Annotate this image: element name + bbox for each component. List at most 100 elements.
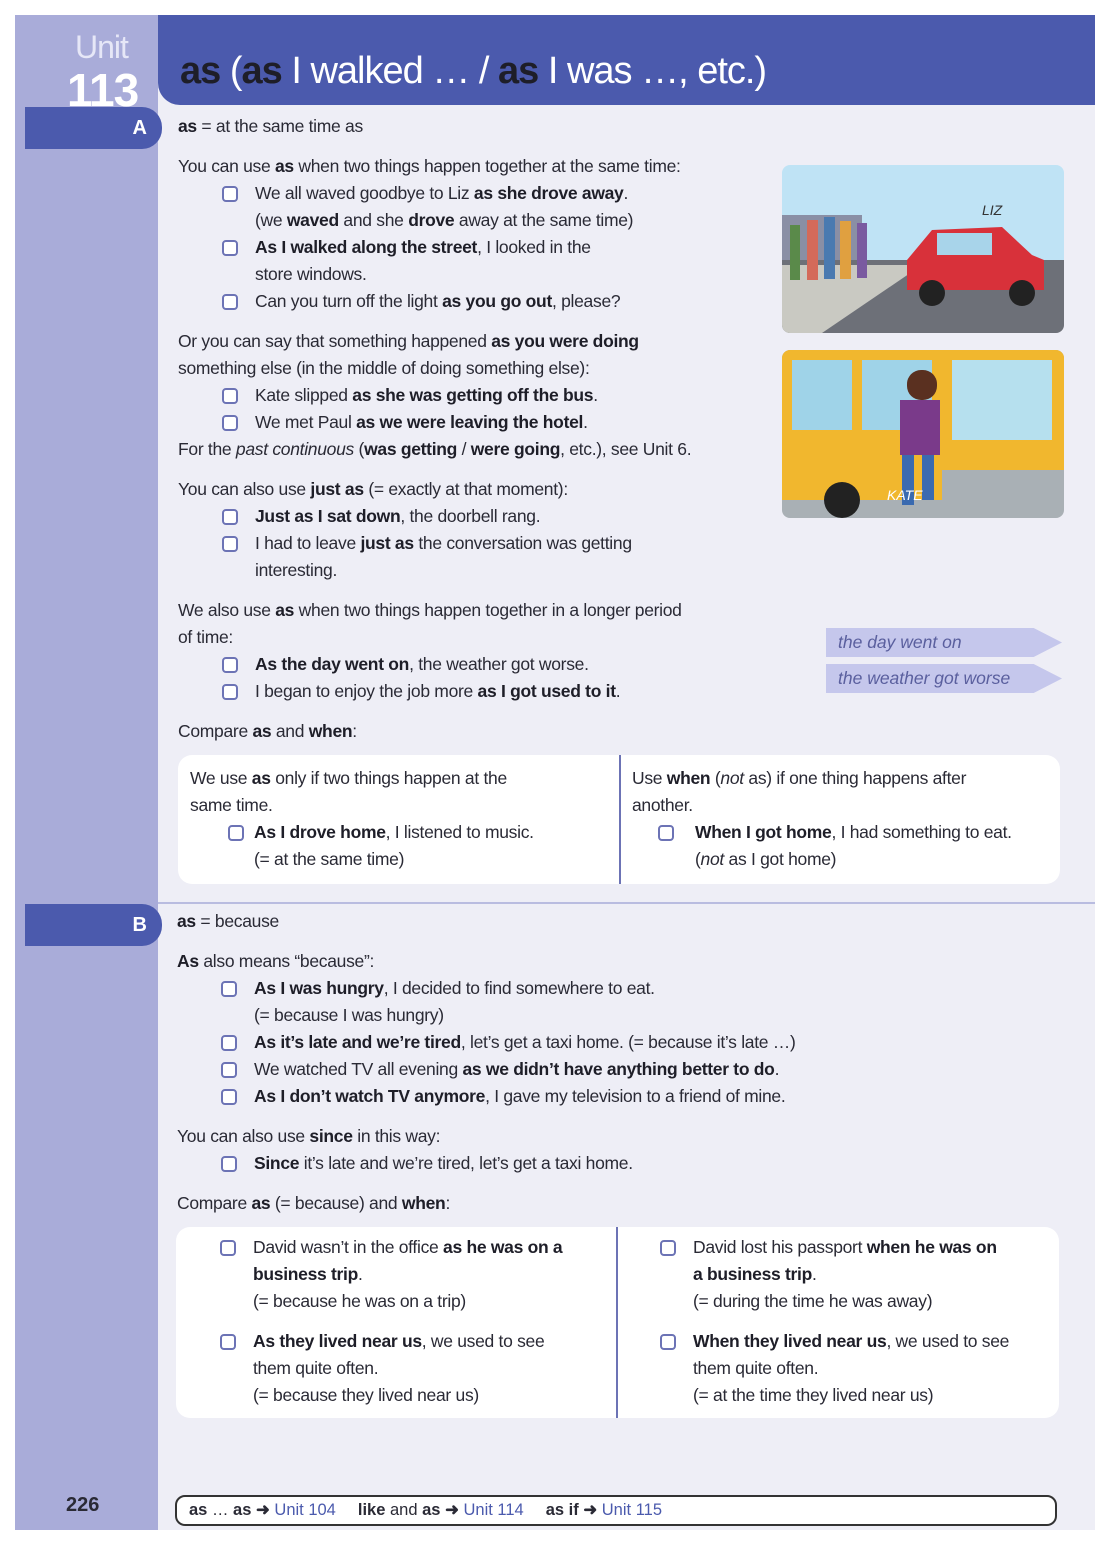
text-segment: , let’s get a taxi home. (= because it’s… (460, 1032, 796, 1052)
text-line: same time. (190, 792, 534, 819)
text-segment: only if two things happen at the (270, 768, 507, 788)
text-segment: as (497, 50, 539, 92)
text-segment: , I had something to eat. (831, 822, 1012, 842)
text-segment: As they lived near us (253, 1331, 422, 1351)
text-segment: as (241, 50, 283, 92)
text-segment: As I walked along the street (255, 237, 478, 257)
text-segment: as (233, 1501, 252, 1519)
text-segment: . (358, 1264, 363, 1284)
page-title: as (as I walked … / as I was …, etc.) (180, 50, 767, 93)
text-line: (= at the same time) (254, 846, 534, 873)
example: As I don’t watch TV anymore, I gave my t… (177, 1083, 796, 1110)
section-tab-b: B (25, 904, 162, 946)
text-segment: You can use (178, 156, 275, 176)
text-segment: a business trip (693, 1264, 813, 1284)
picture-label-kate: KATE (887, 487, 923, 503)
text-segment: , I listened to music. (385, 822, 534, 842)
text-segment: and (385, 1501, 423, 1519)
text-line: interesting. (255, 557, 691, 584)
text-segment: as I got used to it (477, 681, 617, 701)
compare-right: Use when (not as) if one thing happens a… (632, 765, 1012, 873)
text-segment: . (774, 1059, 780, 1079)
text-segment: . (583, 412, 588, 432)
compare-left: David wasn’t in the office as he was on … (176, 1234, 563, 1409)
text-line: I began to enjoy the job more as I got u… (255, 678, 691, 705)
text-segment: as she was getting off the bus (352, 385, 594, 405)
compare-intro: Use when (not as) if one thing happens a… (632, 765, 1012, 819)
text-segment: Compare (177, 1193, 252, 1213)
paragraph: Compare as (= because) and when: (177, 1190, 796, 1217)
example-bullet-icon (660, 1334, 676, 1350)
text-line: As they lived near us, we used to see (253, 1328, 562, 1355)
text-segment: as you go out (442, 291, 552, 311)
text-line: When they lived near us, we used to see (693, 1328, 1009, 1355)
text-line: Just as I sat down, the doorbell rang. (255, 503, 691, 530)
text-segment: (= because I was hungry) (254, 1005, 444, 1025)
unit-link[interactable]: Unit 114 (463, 1501, 523, 1519)
text-segment: Since (254, 1153, 300, 1173)
text-segment: as (177, 911, 196, 931)
sidebar: Unit 113 (15, 15, 158, 1530)
text-segment: / (457, 439, 471, 459)
text-segment: = because (195, 911, 279, 931)
text-segment: David lost his passport (693, 1237, 867, 1257)
example-bullet-icon (222, 240, 238, 256)
text-segment: For the (178, 439, 236, 459)
text-segment: Use (632, 768, 667, 788)
text-segment: interesting. (255, 560, 338, 580)
text-segment: (= because they lived near us) (253, 1385, 479, 1405)
text-segment: it’s late and we’re tired, let’s get a t… (299, 1153, 633, 1173)
text-segment: ( (220, 50, 243, 92)
text-line: As I don’t watch TV anymore, I gave my t… (254, 1083, 796, 1110)
section-heading: as = because (177, 908, 796, 935)
text-segment: (= at the time they lived near us) (693, 1385, 934, 1405)
text-segment: Just as I sat down (255, 506, 401, 526)
timeline-arrow: the day went on (826, 628, 1062, 657)
paragraph: Or you can say that something happened a… (178, 328, 691, 382)
text-line: As the day went on, the weather got wors… (255, 651, 691, 678)
text-segment: as) if one thing happens after (743, 768, 967, 788)
text-segment: … (207, 1501, 234, 1519)
example-bullet-icon (222, 509, 238, 525)
text-line: As I walked along the street, I looked i… (255, 234, 691, 261)
example: I had to leave just as the conversation … (178, 530, 691, 584)
text-line: store windows. (255, 261, 691, 288)
text-segment: As I don’t watch TV anymore (254, 1086, 486, 1106)
example-bullet-icon (658, 825, 674, 841)
text-line: them quite often. (693, 1355, 1009, 1382)
text-segment: As the day went on (255, 654, 410, 674)
text-segment: , the doorbell rang. (400, 506, 541, 526)
section-heading: as = at the same time as (178, 113, 691, 140)
text-segment: I walked … / (281, 50, 498, 92)
illustration-bus: KATE (782, 350, 1064, 518)
text-segment: another. (632, 795, 693, 815)
text-line: When I got home, I had something to eat. (695, 819, 1012, 846)
text-line: Use when (not as) if one thing happens a… (632, 765, 1012, 792)
text-segment: as (178, 116, 197, 136)
text-segment: Or you can say that something happened (178, 331, 492, 351)
cross-reference: as if ➜ Unit 115 (546, 1501, 662, 1519)
text-segment: when he was on (866, 1237, 997, 1257)
text-segment: ( (354, 439, 365, 459)
text-segment: as we didn’t have anything better to do (462, 1059, 775, 1079)
example-bullet-icon (221, 1089, 237, 1105)
example: As it’s late and we’re tired, let’s get … (177, 1029, 796, 1056)
text-segment: As it’s late and we’re tired (254, 1032, 461, 1052)
paragraph: Compare as and when: (178, 718, 691, 745)
text-segment: when (308, 721, 353, 741)
text-segment: as (180, 50, 221, 92)
example-bullet-icon (222, 684, 238, 700)
text-line: (we waved and she drove away at the same… (255, 207, 691, 234)
unit-link[interactable]: Unit 104 (274, 1501, 335, 1519)
text-line: another. (632, 792, 1012, 819)
text-segment: when two things happen together in a lon… (294, 600, 682, 620)
example: David wasn’t in the office as he was on … (176, 1234, 563, 1315)
compare-left: We use as only if two things happen at t… (190, 765, 534, 873)
example: When I got home, I had something to eat.… (632, 819, 1012, 873)
text-segment: when (401, 1193, 446, 1213)
unit-link[interactable]: Unit 115 (602, 1501, 662, 1519)
text-segment: ( (710, 768, 721, 788)
text-line: Since it’s late and we’re tired, let’s g… (254, 1150, 796, 1177)
text-segment: were going (470, 439, 561, 459)
text-segment: Compare (178, 721, 253, 741)
